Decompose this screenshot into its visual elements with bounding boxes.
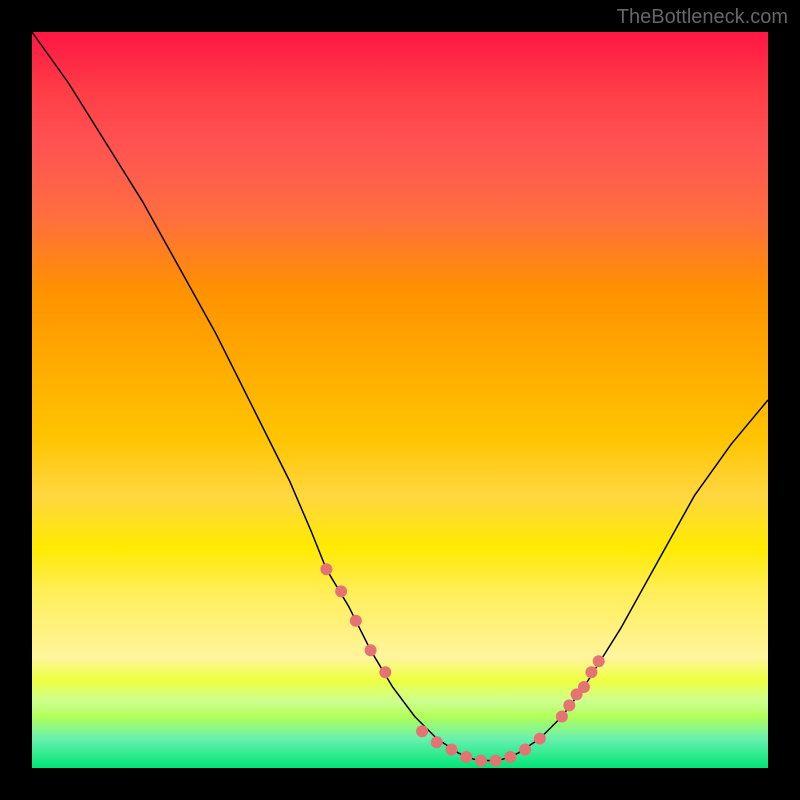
- data-marker: [335, 585, 347, 597]
- data-marker: [534, 733, 546, 745]
- chart-plot-area: [32, 32, 768, 768]
- data-marker: [446, 744, 458, 756]
- data-marker: [585, 666, 597, 678]
- data-marker: [593, 655, 605, 667]
- data-marker: [431, 736, 443, 748]
- data-marker: [416, 725, 428, 737]
- data-marker: [379, 666, 391, 678]
- bottleneck-curve: [32, 32, 768, 761]
- data-marker: [475, 755, 487, 767]
- data-marker: [519, 744, 531, 756]
- data-marker: [504, 751, 516, 763]
- marker-group: [320, 563, 604, 766]
- data-marker: [578, 681, 590, 693]
- data-marker: [365, 644, 377, 656]
- data-marker: [460, 751, 472, 763]
- data-marker: [490, 755, 502, 767]
- attribution-text: TheBottleneck.com: [617, 6, 788, 29]
- data-marker: [563, 699, 575, 711]
- data-marker: [556, 711, 568, 723]
- data-marker: [320, 563, 332, 575]
- data-marker: [350, 615, 362, 627]
- chart-svg: [32, 32, 768, 768]
